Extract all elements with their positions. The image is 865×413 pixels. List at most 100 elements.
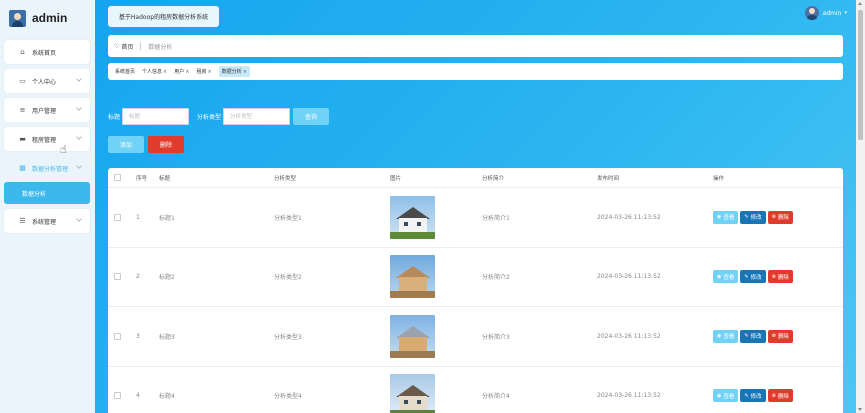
cell-brief: 分析简介3	[482, 333, 510, 341]
caret-down-icon: ▾	[844, 10, 847, 16]
scroll-up-arrow-icon[interactable]	[858, 2, 862, 5]
tab-label: 个人信息	[142, 69, 163, 75]
table-row: 3 标题3 分析类型3 分析简介3 2024-03-26 11:13:52 ◉ 查…	[108, 307, 843, 367]
title-search-input[interactable]	[122, 108, 190, 125]
view-button[interactable]: ◉ 查看	[713, 389, 739, 403]
header-time: 发布时间	[597, 175, 620, 182]
row-actions: ◉ 查看 ✎ 修改 ⊗ 删除	[713, 210, 795, 224]
eye-icon: ◉	[717, 392, 722, 399]
close-icon[interactable]: ×	[163, 69, 167, 75]
pencil-icon: ✎	[744, 273, 749, 280]
header-title: 标题	[159, 175, 171, 182]
tab-data-analysis[interactable]: 数据分析 ×	[218, 66, 250, 77]
cell-index: 1	[136, 213, 140, 221]
sidebar-item-label: 租房管理	[32, 136, 57, 144]
action-buttons: 添加 删除	[108, 136, 184, 153]
edit-button[interactable]: ✎ 修改	[740, 389, 766, 403]
delete-button[interactable]: ⊗ 删除	[767, 210, 793, 224]
close-icon[interactable]: ×	[243, 69, 247, 75]
view-button[interactable]: ◉ 查看	[713, 210, 739, 224]
cell-title: 标题3	[159, 333, 175, 341]
cell-brief: 分析简介1	[482, 214, 510, 222]
close-icon[interactable]: ×	[207, 69, 211, 75]
sidebar-item-system-management[interactable]: ☰ 系统管理	[4, 209, 90, 233]
row-checkbox[interactable]	[114, 273, 121, 281]
header-type: 分析类型	[274, 175, 297, 182]
add-button[interactable]: 添加	[108, 136, 144, 153]
edit-button[interactable]: ✎ 修改	[740, 210, 766, 224]
delete-label: 删除	[777, 393, 789, 400]
delete-label: 删除	[777, 334, 789, 341]
tab-label: 系统首页	[115, 69, 136, 75]
delete-button[interactable]: ⊗ 删除	[767, 329, 793, 343]
title-filter-label: 标题	[108, 114, 121, 121]
table-row: 2 标题2 分析类型2 分析简介2 2024-03-26 11:13:52 ◉ 查…	[108, 248, 843, 307]
heart-icon: ♡	[114, 42, 120, 50]
row-checkbox[interactable]	[114, 213, 121, 221]
edit-label: 修改	[750, 334, 762, 341]
tab-personal-info[interactable]: 个人信息 ×	[142, 66, 167, 77]
row-checkbox[interactable]	[114, 392, 121, 400]
row-actions: ◉ 查看 ✎ 修改 ⊗ 删除	[713, 270, 795, 284]
tab-rental[interactable]: 租房 ×	[196, 66, 211, 77]
sidebar-item-user-management[interactable]: ≡ 用户管理	[4, 98, 90, 122]
tab-label: 租房	[196, 69, 207, 75]
delete-label: 删除	[777, 215, 789, 222]
admin-avatar	[9, 9, 26, 27]
delete-circle-icon: ⊗	[771, 214, 776, 221]
edit-button[interactable]: ✎ 修改	[740, 329, 766, 343]
view-button[interactable]: ◉ 查看	[713, 329, 739, 343]
row-checkbox[interactable]	[114, 332, 121, 340]
scrollbar-thumb[interactable]	[858, 10, 863, 140]
delete-label: 删除	[777, 274, 789, 281]
pencil-icon: ✎	[744, 333, 749, 340]
close-icon[interactable]: ×	[185, 69, 189, 75]
chevron-down-icon	[76, 163, 82, 169]
table-header: 序号 标题 分析类型 图片 分析简介 发布时间 操作	[108, 168, 843, 188]
sidebar-item-data-analysis-management[interactable]: ▦ 数据分析管理	[4, 156, 90, 180]
scroll-down-arrow-icon[interactable]	[858, 408, 862, 411]
grid-icon: ▦	[19, 164, 26, 172]
sidebar-item-rental-management[interactable]: ▬ 租房管理	[4, 127, 90, 151]
sidebar-item-personal-center[interactable]: ▭ 个人中心	[4, 69, 90, 93]
eye-icon: ◉	[717, 333, 722, 340]
sidebar-item-home[interactable]: ⌂ 系统首页	[4, 40, 90, 64]
query-button[interactable]: 查询	[293, 108, 330, 125]
eye-icon: ◉	[717, 214, 722, 221]
tabs-bar: 系统首页 个人信息 × 用户 × 租房 × 数据分析 ×	[108, 63, 843, 80]
tab-user[interactable]: 用户 ×	[174, 66, 189, 77]
main-content: 基于Hadoop的租房数据分析系统 admin ▾ ♡ 首页 数据分析 系统首页…	[95, 0, 865, 413]
cell-time: 2024-03-26 11:13:52	[597, 273, 661, 281]
eye-icon: ◉	[717, 273, 722, 280]
view-button[interactable]: ◉ 查看	[713, 270, 739, 284]
breadcrumb-home[interactable]: ♡ 首页	[114, 42, 133, 51]
type-filter-label: 分析类型	[197, 114, 222, 121]
monitor-icon: ▬	[19, 135, 26, 143]
vertical-scrollbar[interactable]	[856, 0, 865, 413]
select-all-checkbox[interactable]	[114, 174, 121, 181]
delete-button[interactable]: ⊗ 删除	[767, 270, 793, 284]
pencil-icon: ✎	[744, 214, 749, 221]
cell-brief: 分析简介2	[482, 274, 510, 282]
view-label: 查看	[723, 274, 735, 281]
cell-title: 标题4	[159, 393, 175, 401]
batch-delete-button[interactable]: 删除	[148, 136, 184, 153]
id-card-icon: ▭	[19, 77, 26, 85]
system-title: 基于Hadoop的租房数据分析系统	[108, 6, 219, 27]
edit-button[interactable]: ✎ 修改	[740, 270, 766, 284]
type-search-input[interactable]	[223, 108, 291, 125]
submenu-item-data-analysis[interactable]: 数据分析	[4, 182, 90, 204]
tab-home[interactable]: 系统首页	[115, 66, 135, 77]
delete-button[interactable]: ⊗ 删除	[767, 389, 793, 403]
user-menu[interactable]: admin ▾	[804, 6, 847, 20]
row-actions: ◉ 查看 ✎ 修改 ⊗ 删除	[713, 329, 795, 343]
cell-time: 2024-03-26 11:13:52	[597, 213, 661, 221]
data-table: 序号 标题 分析类型 图片 分析简介 发布时间 操作 1 标题1 分析类型1 分…	[108, 168, 843, 413]
sidebar: admin ⌂ 系统首页 ▭ 个人中心 ≡ 用户管理 ▬ 租房管理 ▦ 数据分析…	[0, 0, 95, 413]
row-actions: ◉ 查看 ✎ 修改 ⊗ 删除	[713, 389, 795, 403]
user-avatar	[804, 6, 819, 20]
mouse-pointer-icon: ☝	[60, 143, 67, 156]
cell-type: 分析类型3	[274, 333, 302, 341]
sidebar-menu: ⌂ 系统首页 ▭ 个人中心 ≡ 用户管理 ▬ 租房管理 ▦ 数据分析管理 数据分…	[4, 40, 90, 238]
cell-type: 分析类型2	[274, 274, 302, 282]
